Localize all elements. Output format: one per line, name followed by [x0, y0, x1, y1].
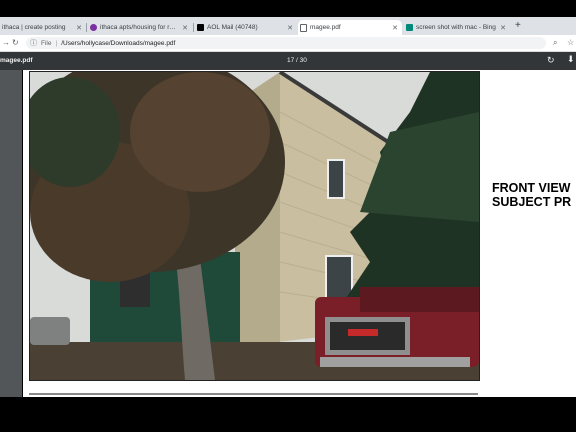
photo-caption: FRONT VIEW SUBJECT PR — [492, 181, 571, 209]
bookmark-star-icon[interactable]: ☆ — [567, 37, 574, 49]
page-indicator[interactable]: 17 / 30 — [287, 57, 307, 64]
caption-line: SUBJECT PR — [492, 195, 572, 209]
address-bar[interactable]: ⓘ File | /Users/hollycase/Downloads/mage… — [26, 37, 546, 49]
tab-separator — [86, 23, 87, 32]
window-bottom-edge — [0, 397, 576, 432]
tab-separator — [193, 23, 194, 32]
rotate-icon[interactable]: ↻ — [547, 55, 555, 66]
tab-bing[interactable]: screen shot with mac - Bing ✕ — [404, 20, 510, 35]
tab-magee-pdf[interactable]: magee.pdf ✕ — [298, 20, 402, 35]
tab-label: magee.pdf — [310, 24, 341, 31]
tab-label: ithaca | create posting — [2, 24, 66, 31]
close-icon[interactable]: ✕ — [500, 24, 506, 32]
page-border — [22, 70, 23, 397]
caption-line: FRONT VIEW — [492, 181, 571, 195]
forward-arrow-icon[interactable]: → — [2, 37, 10, 49]
search-icon[interactable]: ⌕ — [553, 37, 557, 49]
tab-label: AOL Mail (40748) — [207, 24, 258, 31]
window-top-edge — [0, 0, 576, 17]
pdf-title: magee.pdf — [0, 57, 33, 64]
reload-icon[interactable]: ↻ — [12, 37, 19, 49]
tab-label: screen shot with mac - Bing — [416, 24, 496, 31]
address-divider: | — [55, 39, 58, 47]
new-tab-button[interactable]: + — [515, 21, 521, 31]
close-icon[interactable]: ✕ — [287, 24, 293, 32]
info-icon: ⓘ — [30, 40, 37, 47]
tab-ithaca-create-posting[interactable]: ithaca | create posting ✕ — [0, 20, 86, 35]
close-icon[interactable]: ✕ — [392, 24, 398, 32]
next-image-edge — [29, 393, 478, 395]
address-path: /Users/hollycase/Downloads/magee.pdf — [61, 39, 176, 47]
document-icon — [300, 23, 307, 32]
craigslist-icon — [90, 24, 97, 31]
tab-label: ithaca apts/housing for rent "s — [100, 24, 180, 31]
tab-ithaca-apts[interactable]: ithaca apts/housing for rent "s ✕ — [88, 20, 192, 35]
aol-icon — [197, 24, 204, 31]
download-icon[interactable]: ⬇ — [567, 54, 575, 65]
address-scheme: File — [41, 39, 52, 47]
close-icon[interactable]: ✕ — [76, 24, 82, 32]
close-icon[interactable]: ✕ — [182, 24, 188, 32]
bing-icon — [406, 24, 413, 31]
tab-aol-mail[interactable]: AOL Mail (40748) ✕ — [195, 20, 297, 35]
house-photo — [29, 71, 480, 381]
browser-toolbar: → ↻ ⓘ File | /Users/hollycase/Downloads/… — [0, 35, 576, 52]
pdf-toolbar: magee.pdf 17 / 30 ↻ ⬇ — [0, 52, 576, 70]
tab-strip: ithaca | create posting ✕ ithaca apts/ho… — [0, 17, 576, 35]
